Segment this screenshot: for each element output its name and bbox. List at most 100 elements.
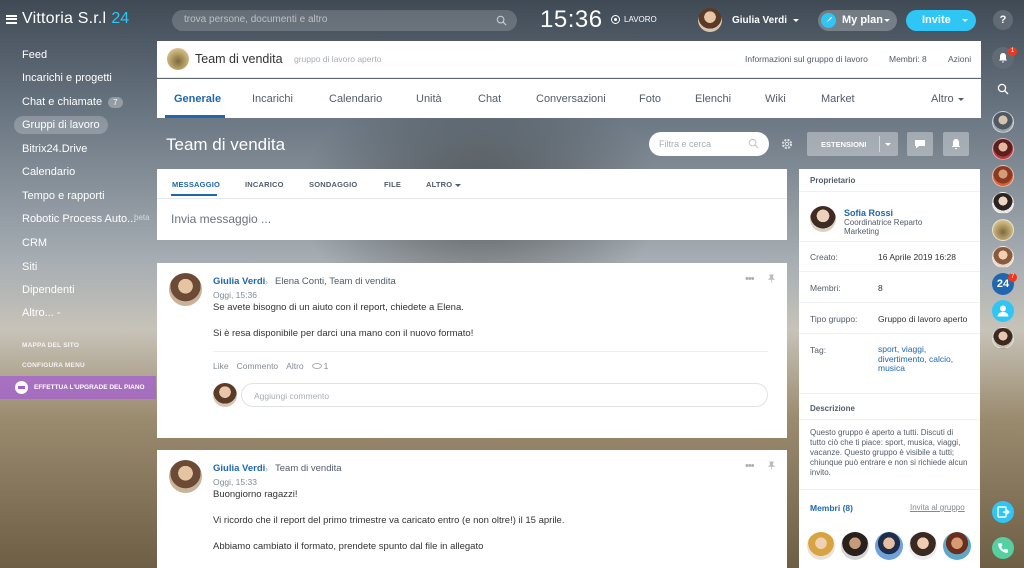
tab-calendar[interactable]: Calendario — [329, 93, 382, 105]
filter-search-input[interactable]: Filtra e cerca — [649, 132, 769, 156]
owner-name[interactable]: Sofia Rossi — [844, 208, 893, 218]
group-info-link[interactable]: Informazioni sul gruppo di lavoro — [745, 54, 868, 64]
avatar[interactable] — [810, 206, 836, 232]
invite-button[interactable]: Invite — [906, 10, 976, 31]
menu-icon[interactable] — [6, 14, 17, 24]
divider — [799, 271, 980, 272]
tab-conversations[interactable]: Conversazioni — [536, 93, 606, 105]
contact-avatar[interactable] — [992, 165, 1014, 187]
logo[interactable]: Vittoria S.r.l 24 — [6, 10, 129, 28]
group-title[interactable]: Team di vendita — [195, 52, 283, 66]
phone-icon[interactable] — [992, 537, 1014, 559]
group-actions-button[interactable]: Azioni — [948, 54, 971, 64]
open-lines-icon[interactable] — [992, 501, 1014, 523]
tab-photos[interactable]: Foto — [639, 93, 661, 105]
search-input[interactable]: trova persone, documenti e altro — [172, 10, 517, 31]
tab-more[interactable]: Altro — [931, 93, 964, 105]
post-author[interactable]: Giulia Verdi — [213, 463, 265, 474]
search-icon[interactable] — [496, 15, 507, 26]
clock: 15:36 — [540, 6, 603, 33]
post-time[interactable]: Oggi, 15:36 — [213, 290, 257, 300]
menu-item-calendar[interactable]: Calendario — [14, 163, 83, 181]
contact-avatar[interactable] — [992, 246, 1014, 268]
gear-icon[interactable] — [780, 137, 794, 151]
tags-list[interactable]: sport, viaggi, divertimento, calcio, mus… — [878, 344, 973, 374]
tab-market[interactable]: Market — [821, 93, 855, 105]
help-icon[interactable]: ? — [993, 10, 1013, 30]
composer-tab-file[interactable]: FILE — [384, 180, 401, 189]
tab-general[interactable]: Generale — [174, 93, 221, 105]
post-author[interactable]: Giulia Verdi — [213, 276, 265, 287]
contact-avatar[interactable] — [992, 327, 1014, 349]
tab-wiki[interactable]: Wiki — [765, 93, 786, 105]
menu-item-workgroups[interactable]: Gruppi di lavoro — [14, 116, 108, 134]
created-label: Creato: — [810, 252, 838, 262]
work-status-button[interactable]: LAVORO — [611, 15, 657, 24]
extensions-button[interactable]: ESTENSIONI — [807, 132, 898, 156]
composer-tab-message[interactable]: MESSAGGIO — [172, 180, 220, 189]
menu-item-crm[interactable]: CRM — [14, 234, 55, 252]
chevron-down-icon — [884, 19, 890, 22]
comment-input[interactable]: Aggiungi commento — [241, 383, 768, 407]
search-icon[interactable] — [997, 83, 1009, 95]
member-avatar[interactable] — [875, 532, 903, 560]
pin-icon[interactable] — [767, 274, 776, 283]
group-avatar[interactable] — [167, 48, 189, 70]
menu-item-feed[interactable]: Feed — [14, 46, 55, 64]
divider — [799, 191, 980, 192]
tab-chat[interactable]: Chat — [478, 93, 501, 105]
menu-item-chat[interactable]: Chat e chiamate 7 — [14, 93, 131, 111]
user-menu[interactable]: Giulia Verdi — [698, 8, 800, 32]
more-icon[interactable]: ••• — [745, 273, 755, 285]
pin-icon[interactable] — [767, 461, 776, 470]
post-recipients[interactable]: Elena Conti, Team di vendita — [275, 276, 396, 287]
members-heading[interactable]: Membri (8) — [810, 503, 853, 513]
composer-tab-task[interactable]: INCARICO — [245, 180, 284, 189]
more-button[interactable]: Altro — [286, 361, 303, 371]
member-avatar[interactable] — [841, 532, 869, 560]
menu-item-time[interactable]: Tempo e rapporti — [14, 187, 113, 205]
menu-item-more[interactable]: Altro... - — [14, 304, 69, 322]
my-plan-button[interactable]: My plan — [818, 10, 897, 31]
configure-menu-link[interactable]: CONFIGURA MENU — [22, 362, 85, 369]
member-avatar[interactable] — [807, 532, 835, 560]
page-title: Team di vendita — [166, 135, 286, 154]
group-header: Team di vendita gruppo di lavoro aperto … — [157, 41, 981, 78]
menu-item-tasks[interactable]: Incarichi e progetti — [14, 69, 120, 87]
user-name: Giulia Verdi — [732, 14, 788, 26]
composer-tab-more[interactable]: ALTRO — [426, 180, 462, 189]
divider — [799, 302, 980, 303]
avatar[interactable] — [169, 460, 202, 493]
comment-button[interactable]: Commento — [237, 361, 279, 371]
message-input[interactable]: Invia messaggio ... — [171, 212, 271, 226]
menu-item-sites[interactable]: Siti — [14, 258, 45, 276]
contact-avatar[interactable] — [992, 192, 1014, 214]
member-avatar[interactable] — [909, 532, 937, 560]
post-recipients[interactable]: Team di vendita — [275, 463, 342, 474]
tab-lists[interactable]: Elenchi — [695, 93, 731, 105]
composer-tab-poll[interactable]: SONDAGGIO — [309, 180, 357, 189]
tab-tasks[interactable]: Incarichi — [252, 93, 293, 105]
member-avatar[interactable] — [943, 532, 971, 560]
upgrade-button[interactable]: EFFETTUA L'UPGRADE DEL PIANO — [0, 376, 156, 399]
chat-icon — [915, 140, 925, 149]
sitemap-link[interactable]: MAPPA DEL SITO — [22, 342, 79, 349]
chat-button[interactable] — [907, 132, 933, 156]
more-icon[interactable]: ••• — [745, 460, 755, 472]
chevron-down-icon[interactable] — [885, 143, 891, 146]
menu-item-rpa[interactable]: Robotic Process Auto... — [14, 210, 144, 228]
post-time[interactable]: Oggi, 15:33 — [213, 477, 257, 487]
menu-item-drive[interactable]: Bitrix24.Drive — [14, 140, 95, 158]
notifications-button[interactable] — [943, 132, 969, 156]
contact-avatar[interactable] — [992, 138, 1014, 160]
invite-to-group-link[interactable]: Invita al gruppo — [910, 503, 965, 512]
divider — [213, 351, 768, 352]
contact-avatar[interactable] — [992, 111, 1014, 133]
tab-drive[interactable]: Unità — [416, 93, 442, 105]
avatar[interactable] — [169, 273, 202, 306]
like-button[interactable]: Like — [213, 361, 229, 371]
group-members-link[interactable]: Membri: 8 — [889, 54, 927, 64]
group-avatar[interactable] — [992, 219, 1014, 241]
menu-item-employees[interactable]: Dipendenti — [14, 281, 83, 299]
user-icon[interactable] — [992, 300, 1014, 322]
